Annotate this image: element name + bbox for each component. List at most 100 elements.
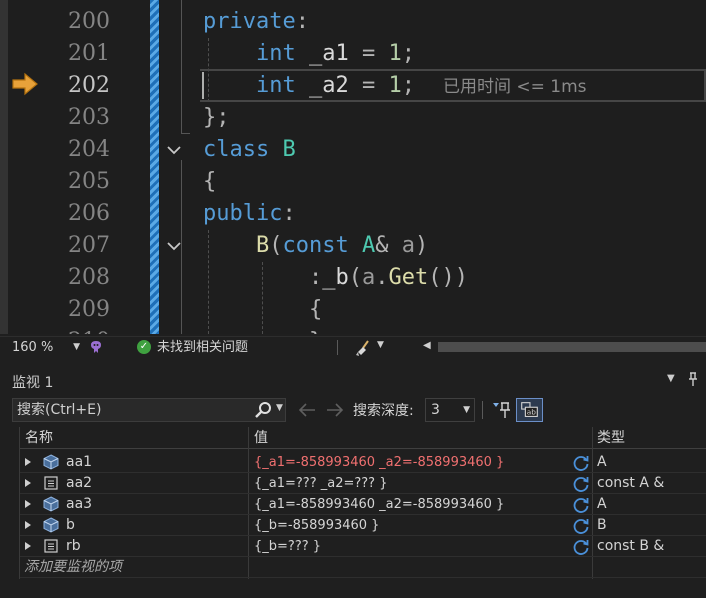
code-editor[interactable]: 200 private: 201 int _a1 = 1; 202 int _a2 =…: [0, 0, 706, 334]
code-token: (: [348, 265, 362, 290]
code-line[interactable]: 208 :_b(a.Get()): [0, 262, 706, 294]
code-token: .: [375, 265, 389, 290]
watch-name[interactable]: aa2: [66, 473, 92, 494]
code-token: :: [308, 265, 323, 290]
code-line[interactable]: 200 private:: [0, 6, 706, 38]
watch-row[interactable]: b {_b=-858993460 } B: [20, 515, 706, 536]
code-line[interactable]: 205 {: [0, 166, 706, 198]
code-line[interactable]: 202 int _a2 = 1; 已用时间 <= 1ms: [0, 70, 706, 102]
watch-value[interactable]: {_a1=-858993460 _a2=-858993460 }: [254, 452, 504, 473]
code-token: a: [361, 265, 376, 290]
watch-value[interactable]: {_a1=-858993460 _a2=-858993460 }: [254, 494, 504, 515]
editor-status-row: 160 % ▼ ✓ 未找到相关问题 ▼ ◀: [0, 336, 706, 358]
watch-panel: 监视 1 ▼ ▼ 搜索深度: 3 ▼ ab 名称 值 类型 aa: [0, 359, 706, 598]
watch-row[interactable]: rb {_b=??? } const B &: [20, 536, 706, 557]
hex-display-icon[interactable]: ab: [516, 398, 543, 422]
code-text[interactable]: }: [203, 326, 322, 334]
code-token: {: [308, 297, 323, 322]
add-watch-item[interactable]: 添加要监视的项: [20, 557, 706, 578]
check-circle-icon[interactable]: ✓: [137, 340, 151, 354]
code-text[interactable]: :_b(a.Get()): [203, 262, 468, 294]
chevron-down-icon: ▼: [463, 405, 470, 415]
code-line[interactable]: 207 B(const A& a): [0, 230, 706, 262]
watch-value[interactable]: {_b=-858993460 }: [254, 515, 379, 536]
search-depth-dropdown[interactable]: 3 ▼: [425, 398, 475, 422]
pin-filter-icon[interactable]: [490, 399, 512, 421]
zoom-value: 160 %: [12, 340, 54, 355]
chevron-down-icon[interactable]: ▼: [377, 340, 384, 350]
expand-arrow-icon[interactable]: [25, 458, 31, 466]
watch-name[interactable]: b: [66, 515, 75, 536]
code-line[interactable]: 209 {: [0, 294, 706, 326]
expand-arrow-icon[interactable]: [25, 521, 31, 529]
column-header-label: 类型: [597, 430, 625, 446]
watch-name[interactable]: aa3: [66, 494, 92, 515]
watch-row[interactable]: aa3 {_a1=-858993460 _a2=-858993460 } A: [20, 494, 706, 515]
watch-value[interactable]: {_a1=??? _a2=??? }: [254, 473, 387, 494]
code-token: A: [361, 233, 376, 258]
code-token: ;: [401, 41, 415, 66]
line-number: 205: [68, 169, 110, 194]
expand-arrow-icon[interactable]: [25, 500, 31, 508]
search-input[interactable]: [13, 399, 251, 421]
line-number: 206: [68, 201, 110, 226]
code-text[interactable]: class B: [203, 134, 296, 166]
back-arrow-icon[interactable]: [296, 400, 318, 420]
chevron-down-icon[interactable]: ▼: [667, 373, 675, 384]
scroll-left-icon[interactable]: ◀: [423, 340, 431, 351]
issues-status[interactable]: 未找到相关问题: [157, 338, 248, 357]
watch-type: const B &: [597, 538, 665, 554]
refresh-icon[interactable]: [571, 516, 591, 536]
column-header-type[interactable]: 类型: [592, 427, 706, 449]
watch-value[interactable]: {_b=??? }: [254, 536, 321, 557]
code-token: ;: [216, 105, 230, 130]
horizontal-scrollbar[interactable]: [438, 342, 706, 352]
chevron-down-icon[interactable]: ▼: [276, 403, 283, 413]
code-line[interactable]: 201 int _a1 = 1;: [0, 38, 706, 70]
code-text[interactable]: private:: [203, 6, 309, 38]
line-number: 202: [68, 73, 110, 98]
watch-row[interactable]: aa2 {_a1=??? _a2=??? } const A &: [20, 473, 706, 494]
search-box[interactable]: ▼: [12, 398, 286, 422]
panel-title: 监视 1: [12, 375, 54, 391]
code-line[interactable]: 210 }: [0, 326, 706, 334]
watch-name[interactable]: aa1: [66, 452, 92, 473]
watch-name[interactable]: rb: [66, 536, 81, 557]
code-token: a: [401, 233, 415, 258]
code-cleanup-icon[interactable]: [355, 339, 373, 357]
code-text[interactable]: public:: [203, 198, 296, 230]
line-number: 203: [68, 105, 110, 130]
watch-type: B: [597, 517, 607, 533]
pin-icon[interactable]: [686, 371, 700, 387]
code-token: }: [309, 329, 322, 334]
code-text[interactable]: int _a2 = 1; 已用时间 <= 1ms: [203, 70, 587, 103]
column-header-value[interactable]: 值: [249, 427, 592, 449]
code-token: _b: [322, 265, 349, 290]
refresh-icon[interactable]: [571, 453, 591, 473]
expand-arrow-icon[interactable]: [25, 542, 31, 550]
refresh-icon[interactable]: [571, 537, 591, 557]
line-number: 210: [40, 326, 110, 334]
line-number: 200: [68, 9, 110, 34]
zoom-dropdown[interactable]: 160 % ▼: [6, 338, 82, 357]
watch-row[interactable]: aa1 {_a1=-858993460 _a2=-858993460 } A: [20, 452, 706, 473]
intellicode-icon[interactable]: [88, 339, 104, 355]
expand-arrow-icon[interactable]: [25, 479, 31, 487]
code-line[interactable]: 204 class B: [0, 134, 706, 166]
forward-arrow-icon[interactable]: [324, 400, 346, 420]
code-token: 1: [388, 73, 402, 98]
search-icon[interactable]: [253, 401, 273, 419]
code-token: _a1: [295, 41, 362, 66]
refresh-icon[interactable]: [571, 474, 591, 494]
column-header-name[interactable]: 名称: [20, 427, 249, 449]
code-line[interactable]: 203};: [0, 102, 706, 134]
code-text[interactable]: };: [203, 102, 230, 134]
object-icon: [42, 517, 60, 533]
code-text[interactable]: {: [203, 294, 322, 326]
code-text[interactable]: {: [203, 166, 216, 198]
refresh-icon[interactable]: [571, 495, 591, 515]
code-line[interactable]: 206 public:: [0, 198, 706, 230]
code-text[interactable]: B(const A& a): [203, 230, 428, 262]
code-text[interactable]: int _a1 = 1;: [203, 38, 415, 70]
